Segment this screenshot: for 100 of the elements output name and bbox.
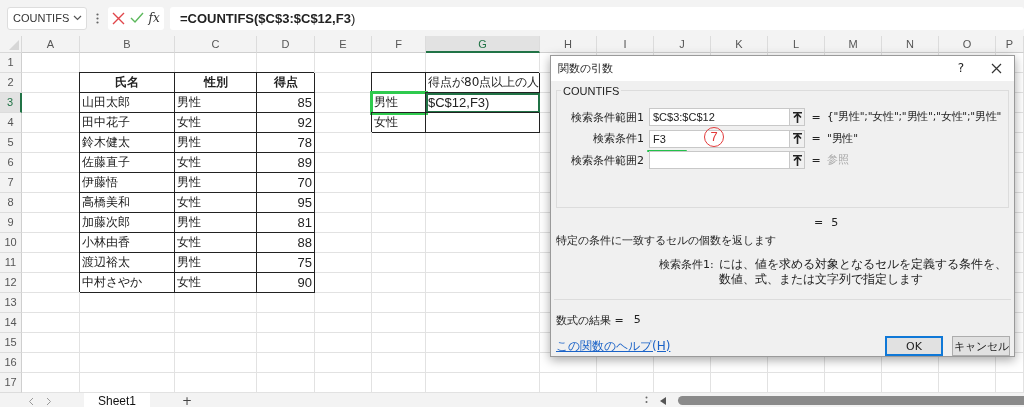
table-cell[interactable]: 高橋美和 [80,193,175,213]
row-header[interactable]: 3 [0,93,22,113]
insert-function-button[interactable]: fx [148,11,160,25]
table-cell[interactable]: 小林由香 [80,233,175,253]
help-button[interactable]: ? [957,61,964,76]
more-options-icon[interactable] [645,396,648,405]
table-cell[interactable] [372,73,426,93]
column-header[interactable]: J [654,36,711,53]
row-header[interactable]: 11 [0,253,22,273]
formula-result-label: 数式の結果 = [556,313,624,328]
column-header[interactable]: K [711,36,768,53]
column-header[interactable]: E [315,36,372,53]
name-box[interactable]: COUNTIFS [7,6,87,30]
row-header[interactable]: 10 [0,233,22,253]
table-cell[interactable]: 男性 [372,93,426,113]
cancel-icon[interactable] [112,11,126,25]
row-header[interactable]: 1 [0,53,22,73]
row-header[interactable]: 2 [0,73,22,93]
column-header[interactable]: D [257,36,315,53]
table-cell[interactable]: $C$12,F3) [426,93,540,113]
column-header[interactable]: H [540,36,597,53]
table-cell[interactable]: 85 [257,93,315,113]
table-cell[interactable]: 男性 [175,93,257,113]
row-header[interactable]: 14 [0,313,22,333]
row-header[interactable]: 15 [0,333,22,353]
scroll-left-icon[interactable] [660,397,666,405]
table-cell[interactable]: 女性 [175,233,257,253]
table-cell[interactable]: 92 [257,113,315,133]
argument-result: {"男性";"女性";"男性";"女性";"男性" [827,110,1003,125]
table-cell[interactable]: 佐藤直子 [80,153,175,173]
row-header[interactable]: 6 [0,153,22,173]
row-header[interactable]: 17 [0,373,22,393]
table-cell[interactable]: 得点が80点以上の人 [426,73,540,93]
table-cell[interactable]: 女性 [372,113,426,133]
table-cell[interactable]: 75 [257,253,315,273]
column-header[interactable]: I [597,36,654,53]
table-cell[interactable]: 男性 [175,173,257,193]
column-header[interactable]: O [939,36,996,53]
table-cell[interactable]: 渡辺裕太 [80,253,175,273]
column-header[interactable]: L [768,36,825,53]
column-header[interactable]: B [80,36,175,53]
scrollbar-thumb[interactable] [678,396,1024,405]
select-all-icon[interactable] [9,40,19,50]
table-cell[interactable]: 81 [257,213,315,233]
column-header[interactable]: F [372,36,426,53]
table-cell[interactable]: 得点 [257,73,315,93]
table-cell[interactable]: 88 [257,233,315,253]
argument-label: 検索条件範囲1 [570,109,644,125]
table-cell[interactable]: 女性 [175,153,257,173]
more-options-icon[interactable] [96,12,99,24]
table-cell[interactable]: 中村さやか [80,273,175,293]
argument-field[interactable] [649,151,789,170]
chevron-right-icon[interactable] [46,397,52,406]
table-cell[interactable]: 95 [257,193,315,213]
column-header[interactable]: N [882,36,939,53]
table-cell[interactable]: 男性 [175,253,257,273]
dialog-title: 関数の引数 [558,60,614,76]
column-header[interactable]: G [426,36,540,53]
cancel-button[interactable]: キャンセル [952,336,1010,356]
row-header[interactable]: 9 [0,213,22,233]
column-header[interactable]: P [996,36,1024,53]
sheet-tab[interactable]: Sheet1 [84,393,151,407]
table-cell[interactable]: 78 [257,133,315,153]
table-cell[interactable]: 女性 [175,193,257,213]
formula-field[interactable]: =COUNTIFS($C$3:$C$12,F3) [170,6,1024,30]
column-header[interactable]: M [825,36,882,53]
table-cell[interactable]: 山田太郎 [80,93,175,113]
row-header[interactable]: 13 [0,293,22,313]
table-cell[interactable]: 70 [257,173,315,193]
help-link[interactable]: この関数のヘルプ(H) [556,337,671,355]
check-icon[interactable] [129,12,144,24]
table-cell[interactable]: 90 [257,273,315,293]
table-cell[interactable]: 氏名 [80,73,175,93]
table-cell[interactable]: 女性 [175,113,257,133]
collapse-button[interactable] [789,151,805,170]
argument-field[interactable]: $C$3:$C$12 [649,108,789,127]
row-header[interactable]: 7 [0,173,22,193]
table-cell[interactable]: 田中花子 [80,113,175,133]
table-cell[interactable]: 伊藤悟 [80,173,175,193]
row-header[interactable]: 4 [0,113,22,133]
collapse-button[interactable] [789,129,805,148]
table-cell[interactable]: 性別 [175,73,257,93]
chevron-left-icon[interactable] [28,397,34,406]
add-sheet-button[interactable]: + [182,393,193,407]
table-cell[interactable]: 女性 [175,273,257,293]
column-header[interactable]: A [22,36,80,53]
row-header[interactable]: 16 [0,353,22,373]
table-cell[interactable]: 加藤次郎 [80,213,175,233]
collapse-button[interactable] [789,108,805,127]
close-icon[interactable] [991,62,1002,74]
row-header[interactable]: 8 [0,193,22,213]
row-header[interactable]: 12 [0,273,22,293]
row-header[interactable]: 5 [0,133,22,153]
column-header[interactable]: C [175,36,257,53]
table-cell[interactable]: 89 [257,153,315,173]
ok-button[interactable]: OK [885,336,943,356]
table-cell[interactable]: 鈴木健太 [80,133,175,153]
table-cell[interactable] [426,113,540,133]
table-cell[interactable]: 男性 [175,133,257,153]
table-cell[interactable]: 男性 [175,213,257,233]
